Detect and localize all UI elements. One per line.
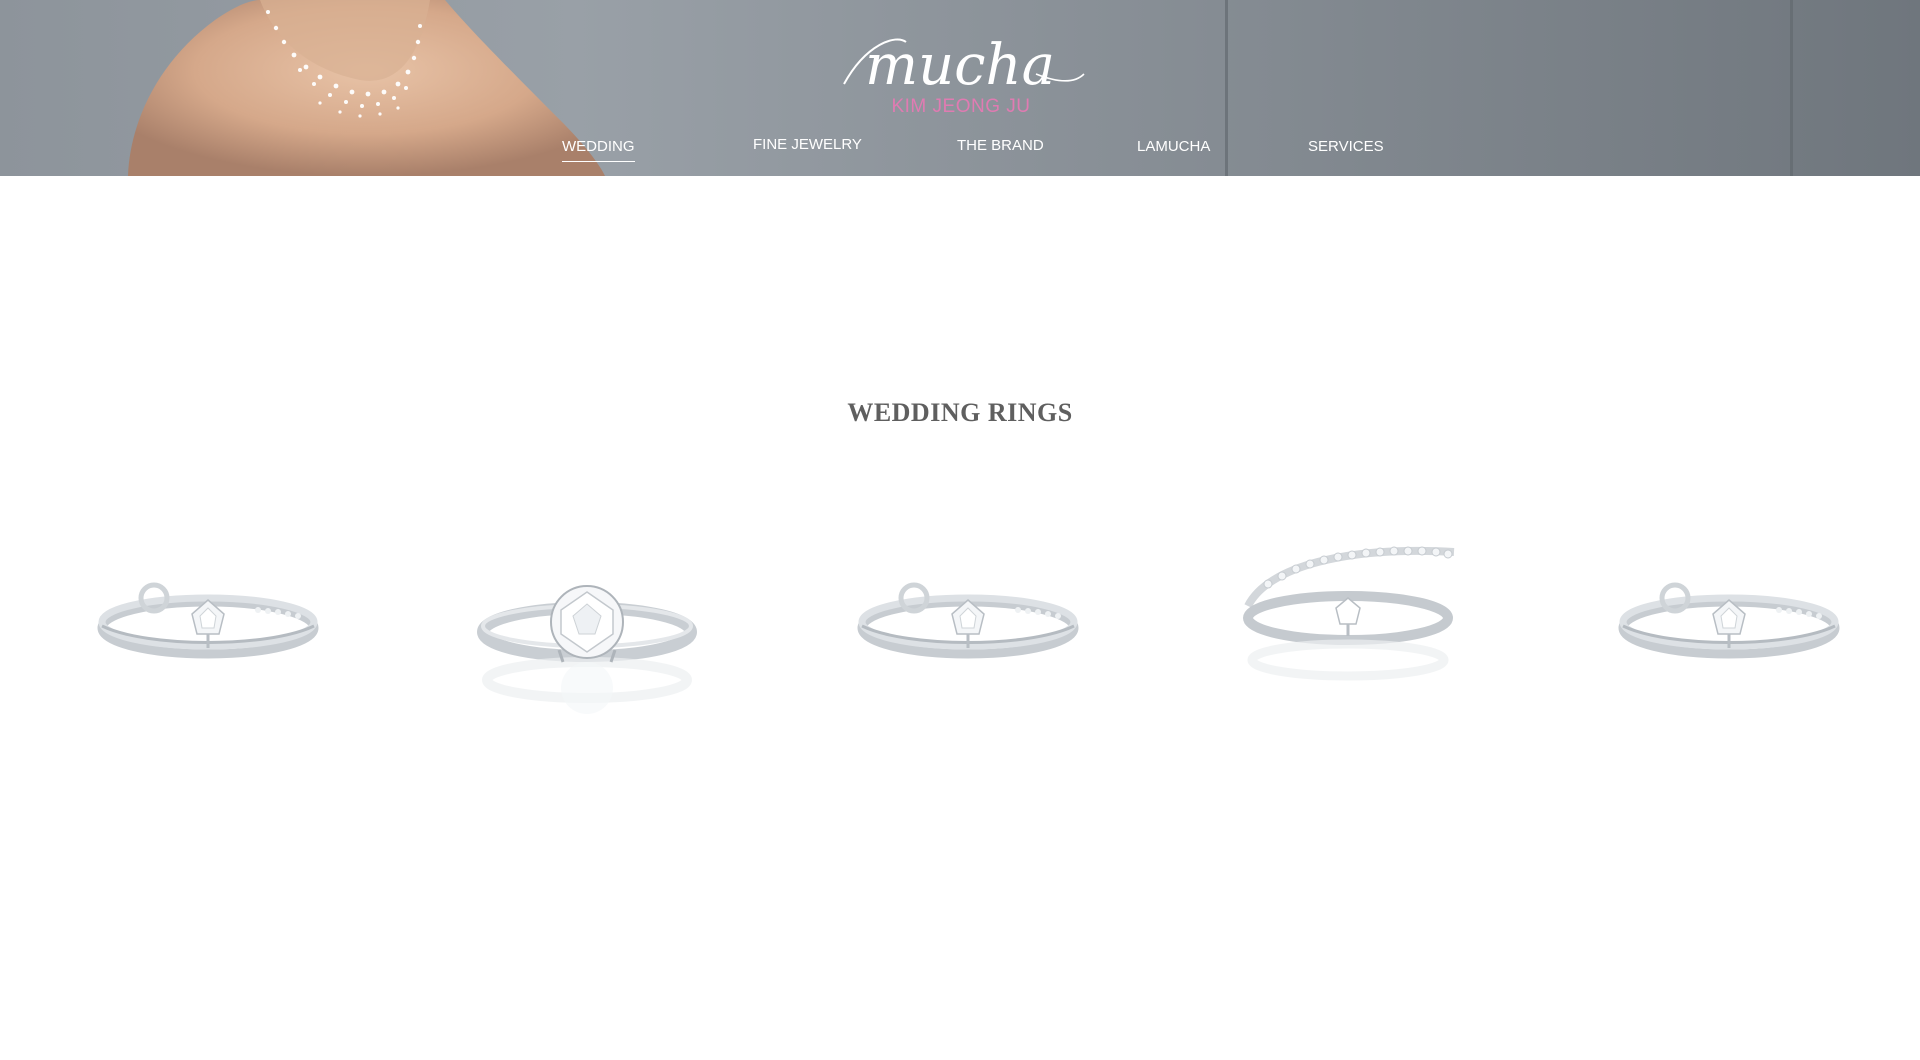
- section-title: WEDDING RINGS: [847, 398, 1073, 427]
- nav-item-the-brand[interactable]: THE BRAND: [957, 137, 1044, 160]
- ring-set-image: [1618, 582, 1840, 659]
- ring-set-image: [857, 582, 1079, 659]
- nav-item-fine-jewelry[interactable]: FINE JEWELRY: [753, 136, 862, 159]
- ring-product-3[interactable]: [848, 530, 1088, 730]
- ring-set-image: [1243, 546, 1455, 681]
- logo-script-mark: mucha: [843, 33, 1085, 98]
- ring-image: [477, 585, 697, 714]
- nav-item-wedding[interactable]: WEDDING: [562, 138, 635, 162]
- site-header: mucha KIM JEONG JU WEDDING FINE JEWELRY …: [0, 0, 1920, 176]
- logo-subtitle: KIM JEONG JU: [891, 96, 1031, 117]
- ring-product-5[interactable]: [1609, 530, 1849, 730]
- brand-logo[interactable]: mucha KIM JEONG JU: [836, 24, 1086, 122]
- ring-product-4[interactable]: [1228, 506, 1468, 706]
- nav-item-services[interactable]: SERVICES: [1308, 138, 1384, 161]
- nav-item-lamucha[interactable]: LAMUCHA: [1137, 138, 1210, 161]
- ring-gallery: [0, 530, 1920, 730]
- main-nav: WEDDING FINE JEWELRY THE BRAND LAMUCHA S…: [0, 134, 1920, 164]
- ring-product-2[interactable]: [467, 530, 707, 730]
- ring-set-image: [97, 582, 319, 659]
- ring-product-1[interactable]: [88, 530, 328, 730]
- logo-script-text: mucha: [865, 33, 1055, 98]
